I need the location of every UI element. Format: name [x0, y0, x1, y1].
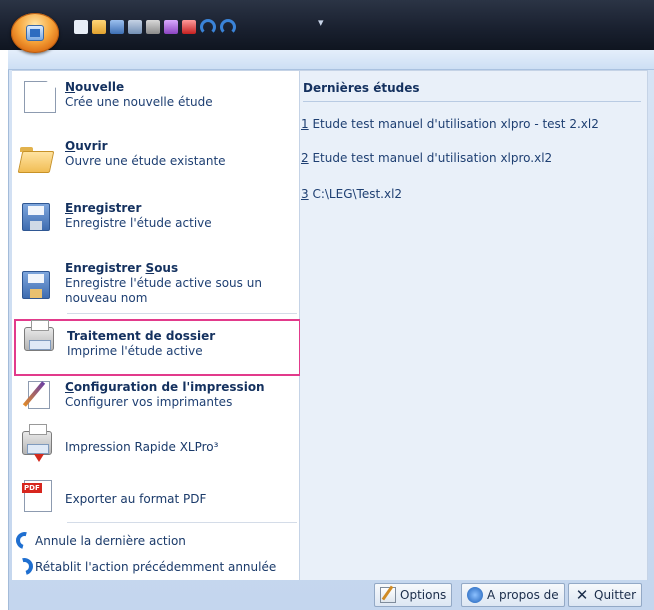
pdf-export-icon — [22, 480, 52, 512]
recent-file-name: Etude test manuel d'utilisation xlpro - … — [308, 117, 599, 131]
redo-arrow-icon — [12, 554, 37, 579]
menu-item-configuration-impression[interactable]: Configuration de l'impression Configurer… — [12, 377, 300, 421]
customize-toolbar-icon[interactable]: ▾ — [318, 16, 324, 29]
quit-label: Quitter — [594, 588, 637, 602]
recent-file-name: Etude test manuel d'utilisation xlpro.xl… — [308, 151, 553, 165]
open-folder-icon[interactable] — [92, 20, 106, 34]
options-button[interactable]: Options — [374, 583, 453, 607]
menu-item-description: Configurer vos imprimantes — [65, 395, 233, 409]
menu-item-title: ouvelle — [75, 80, 125, 94]
printer-icon — [24, 320, 54, 351]
menu-item-title-key: E — [65, 201, 74, 215]
menu-item-enregistrer[interactable]: Enregistrer Enregistre l'étude active — [12, 201, 300, 251]
menu-item-exporter-pdf[interactable]: Exporter au format PDF — [12, 478, 300, 518]
recent-file-number: 2 — [301, 151, 309, 165]
redo-item[interactable]: Rétablit l'action précédemment annulée — [12, 554, 277, 579]
print-setup-icon — [24, 379, 50, 409]
save-floppy-icon — [22, 203, 50, 231]
menu-item-title: nregistrer — [73, 201, 142, 215]
new-file-icon[interactable] — [74, 20, 88, 34]
menu-footer: Options A propos de ✕ Quitter — [8, 580, 654, 610]
menu-item-title: Traitement de dossier — [67, 329, 216, 343]
menu-item-description: Enregistre l'étude active sous un — [65, 276, 262, 290]
recent-documents-title: Dernières études — [303, 81, 420, 95]
menu-item-title-key: N — [65, 80, 76, 94]
about-label: A propos de — [487, 588, 559, 602]
menu-item-title: onfiguration de l'impression — [73, 380, 265, 394]
about-button[interactable]: A propos de — [461, 583, 565, 607]
print-icon[interactable] — [146, 20, 160, 34]
recent-file-number: 1 — [301, 117, 309, 131]
recent-file-2[interactable]: 2 Etude test manuel d'utilisation xlpro.… — [301, 151, 552, 165]
menu-item-traitement-de-dossier[interactable]: Traitement de dossier Imprime l'étude ac… — [14, 319, 301, 376]
menu-item-title: ous — [154, 261, 179, 275]
save-as-icon — [22, 271, 50, 299]
menu-item-title: Impression Rapide XLPro³ — [65, 440, 219, 454]
close-icon: ✕ — [575, 586, 589, 604]
options-icon — [380, 587, 396, 603]
recent-title-separator — [303, 101, 641, 102]
application-menu-lower: Configuration de l'impression Configurer… — [12, 376, 300, 580]
print-arrow-icon — [34, 454, 44, 462]
menu-top-strip — [8, 50, 654, 70]
quick-print-icon — [22, 424, 52, 462]
menu-separator — [67, 313, 297, 314]
menu-item-description: Crée une nouvelle étude — [65, 95, 213, 109]
application-menu-button[interactable] — [11, 13, 59, 53]
menu-item-description: Imprime l'étude active — [67, 344, 203, 358]
options-label: Options — [400, 588, 447, 602]
undo-item[interactable]: Annule la dernière action — [12, 528, 186, 553]
quit-button[interactable]: ✕ Quitter — [568, 583, 643, 607]
menu-item-title: Exporter au format PDF — [65, 492, 207, 506]
new-document-icon — [24, 81, 56, 113]
recent-file-name: C:\LEG\Test.xl2 — [308, 187, 403, 201]
quick-access-toolbar — [74, 18, 236, 36]
recent-file-number: 3 — [301, 187, 309, 201]
menu-item-impression-rapide[interactable]: Impression Rapide XLPro³ — [12, 424, 300, 468]
menu-separator — [67, 522, 297, 523]
menu-item-description-line2: nouveau nom — [65, 291, 148, 305]
help-globe-icon — [467, 587, 483, 603]
redo-icon[interactable] — [220, 19, 236, 35]
recent-documents-panel: Dernières études 1 Etude test manuel d'u… — [300, 70, 648, 580]
redo-label: Rétablit l'action précédemment annulée — [35, 559, 277, 574]
open-folder-icon — [20, 147, 52, 171]
menu-item-description: Ouvre une étude existante — [65, 154, 226, 168]
undo-icon[interactable] — [200, 19, 216, 35]
print-preview-icon[interactable] — [164, 20, 178, 34]
menu-item-title-key: S — [145, 261, 155, 275]
menu-item-nouvelle[interactable]: Nouvelle Crée une nouvelle étude — [12, 79, 300, 129]
undo-label: Annule la dernière action — [35, 533, 186, 548]
pdf-icon[interactable] — [182, 20, 196, 34]
menu-item-title-key: C — [65, 380, 74, 394]
recent-file-3[interactable]: 3 C:\LEG\Test.xl2 — [301, 187, 402, 201]
title-bar: ▾ — [0, 0, 654, 53]
save-as-icon[interactable] — [128, 20, 142, 34]
menu-item-description: Enregistre l'étude active — [65, 216, 212, 230]
menu-item-enregistrer-sous[interactable]: Enregistrer Sous Enregistre l'étude acti… — [12, 261, 300, 311]
undo-arrow-icon — [12, 528, 37, 553]
menu-item-title: uvrir — [75, 139, 108, 153]
app-logo-icon — [26, 25, 44, 41]
recent-file-1[interactable]: 1 Etude test manuel d'utilisation xlpro … — [301, 117, 599, 131]
save-icon[interactable] — [110, 20, 124, 34]
menu-item-title-key: O — [65, 139, 76, 153]
menu-item-title-prefix: Enregistrer — [65, 261, 146, 275]
menu-item-ouvrir[interactable]: Ouvrir Ouvre une étude existante — [12, 139, 300, 189]
